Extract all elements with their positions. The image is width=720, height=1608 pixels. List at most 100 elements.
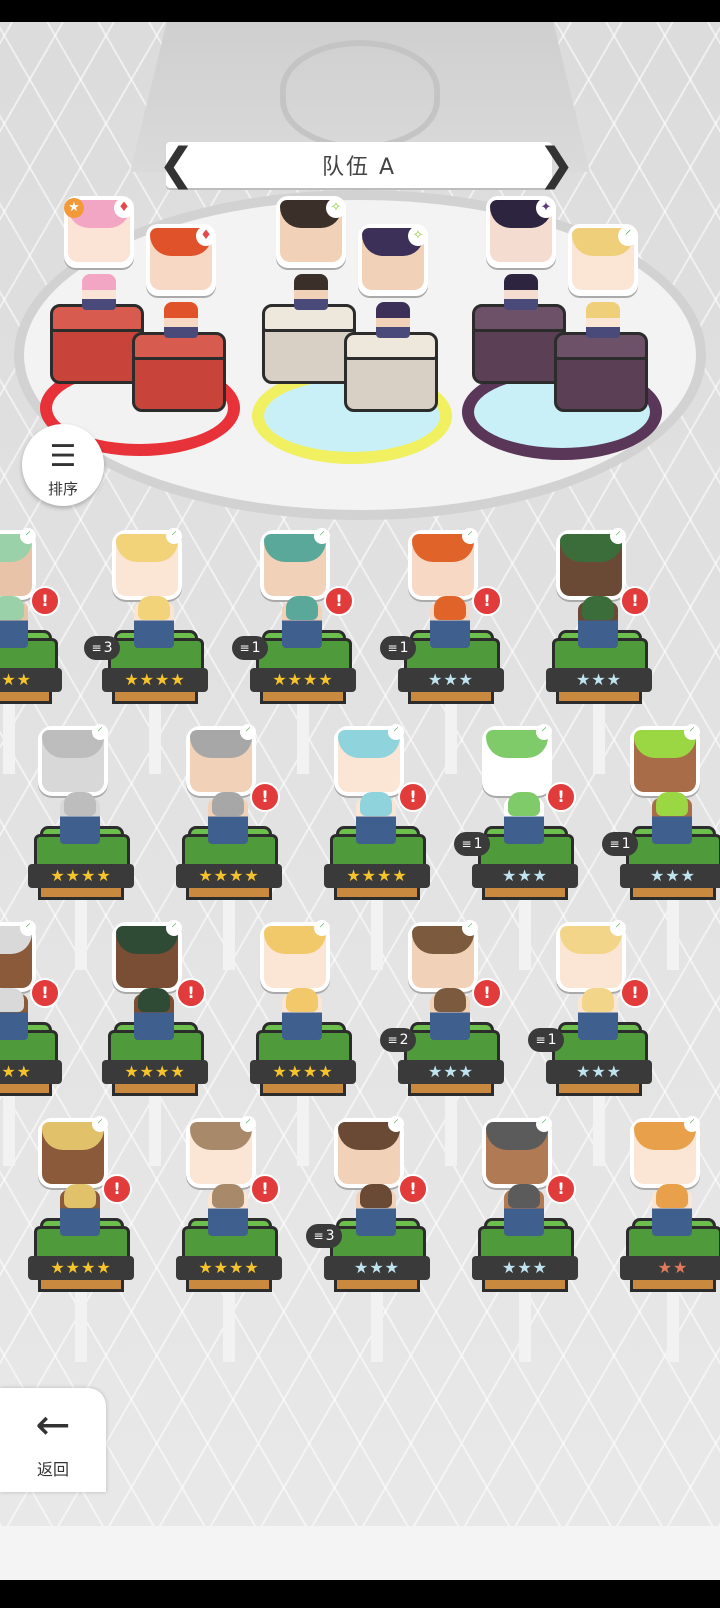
- hero-sprite[interactable]: [294, 274, 328, 310]
- hero-card[interactable]: ⸍! ★★★★: [322, 724, 442, 970]
- pedestal-pole: [3, 704, 15, 774]
- team-member-portrait[interactable]: ✧: [358, 224, 428, 296]
- star-rating: ★★★: [546, 668, 652, 692]
- skill-count: 1: [621, 836, 631, 852]
- hero-card[interactable]: ⸍ ★★★★ ≡ 3: [84, 528, 220, 774]
- hero-card[interactable]: ⸍ ★★: [618, 1116, 720, 1362]
- hero-card[interactable]: ⸍! ★★★ ≡ 1: [454, 724, 590, 970]
- star-rating: ★★★: [0, 1060, 62, 1084]
- hero-sprite[interactable]: [164, 302, 198, 338]
- skill-count: 1: [473, 836, 483, 852]
- alert-icon: !: [30, 586, 60, 616]
- hero-sprite-head: [0, 988, 24, 1012]
- pedestal-dirt: [482, 1278, 568, 1292]
- prev-team-icon[interactable]: ❮: [158, 140, 195, 190]
- nature-element-icon: ⸍: [536, 1116, 552, 1132]
- element-suit-icon: ♦: [196, 226, 216, 246]
- nature-element-icon: ⸍: [240, 724, 256, 740]
- pedestal-dirt: [334, 886, 420, 900]
- pedestal-pole: [445, 1096, 457, 1166]
- hero-sprite[interactable]: [82, 274, 116, 310]
- element-suit-icon: ✧: [326, 198, 346, 218]
- star-rating: ★★: [620, 1256, 720, 1280]
- nature-element-icon: ⸍: [314, 528, 330, 544]
- pedestal-pole: [371, 1292, 383, 1362]
- star-rating: ★★★★: [102, 1060, 208, 1084]
- alert-icon: !: [324, 586, 354, 616]
- back-label: 返回: [36, 1460, 69, 1479]
- team-member-portrait[interactable]: ♦ ★: [64, 196, 134, 268]
- hero-sprite[interactable]: [504, 274, 538, 310]
- star-rating: ★★★: [0, 668, 62, 692]
- back-button[interactable]: ← 返回: [0, 1388, 106, 1492]
- skill-count: 1: [251, 640, 261, 656]
- sort-button[interactable]: ☰ 排序: [22, 424, 104, 506]
- pedestal-dirt: [556, 690, 642, 704]
- team-title-banner: 队伍 A: [166, 142, 552, 188]
- pedestal-dirt: [408, 1082, 494, 1096]
- hero-sprite-head: [656, 1184, 688, 1208]
- alert-icon: !: [398, 782, 428, 812]
- hero-sprite-head: [286, 988, 318, 1012]
- hero-sprite[interactable]: [586, 302, 620, 338]
- alert-icon: !: [472, 586, 502, 616]
- leader-star-icon: ★: [64, 198, 84, 218]
- hero-card[interactable]: ⸍ ★★★★: [26, 724, 146, 970]
- hero-card[interactable]: ⸍ ★★★ ≡ 1: [602, 724, 720, 970]
- hero-card[interactable]: ⸍! ★★★★: [100, 920, 220, 1166]
- team-member-portrait[interactable]: ♦: [146, 224, 216, 296]
- star-rating: ★★★: [398, 668, 504, 692]
- nature-element-icon: ⸍: [684, 724, 700, 740]
- pedestal-pole: [149, 704, 161, 774]
- skill-count: 2: [399, 1032, 409, 1048]
- nature-element-icon: ⸍: [314, 920, 330, 936]
- nature-element-icon: ⸍: [610, 528, 626, 544]
- skill-stack-icon: ≡: [239, 641, 250, 655]
- star-rating: ★★★★: [250, 1060, 356, 1084]
- alert-icon: !: [546, 782, 576, 812]
- team-member-portrait[interactable]: ✦: [486, 196, 556, 268]
- skill-stack-icon: ≡: [609, 837, 620, 851]
- hero-card[interactable]: ⸍! ★★★★: [174, 724, 294, 970]
- star-rating: ★★★: [324, 1256, 430, 1280]
- hero-sprite-head: [64, 792, 96, 816]
- skill-count-badge: ≡ 1: [602, 832, 638, 856]
- hero-card[interactable]: ⸍! ★★★: [0, 920, 74, 1166]
- star-rating: ★★★: [620, 864, 720, 888]
- skill-count-badge: ≡ 2: [380, 1028, 416, 1052]
- nature-element-icon: ⸍: [462, 920, 478, 936]
- alert-icon: !: [250, 782, 280, 812]
- hero-card[interactable]: ⸍! ★★★★ ≡ 1: [232, 528, 368, 774]
- hero-sprite-head: [582, 596, 614, 620]
- hero-card[interactable]: ⸍! ★★★★: [26, 1116, 146, 1362]
- team-member-portrait[interactable]: ⸍: [568, 224, 638, 296]
- alert-icon: !: [398, 1174, 428, 1204]
- hero-sprite[interactable]: [376, 302, 410, 338]
- hero-sprite-head: [508, 792, 540, 816]
- status-bar: [0, 0, 720, 22]
- alert-icon: !: [546, 1174, 576, 1204]
- pedestal-pole: [297, 704, 309, 774]
- hero-card[interactable]: ⸍ ★★★★: [248, 920, 368, 1166]
- skill-stack-icon: ≡: [387, 1033, 398, 1047]
- pedestal-pole: [75, 900, 87, 970]
- hero-card[interactable]: ⸍! ★★★★: [174, 1116, 294, 1362]
- element-suit-icon: ✦: [536, 198, 556, 218]
- hero-card[interactable]: ⸍! ★★★ ≡ 1: [380, 528, 516, 774]
- alert-icon: !: [250, 1174, 280, 1204]
- hero-card[interactable]: ⸍! ★★★: [0, 528, 74, 774]
- pedestal-pole: [519, 900, 531, 970]
- pedestal-pole: [519, 1292, 531, 1362]
- nature-element-icon: ⸍: [536, 724, 552, 740]
- pedestal-pole: [223, 1292, 235, 1362]
- hero-card[interactable]: ⸍! ★★★: [544, 528, 664, 774]
- pedestal-dirt: [630, 1278, 716, 1292]
- hero-sprite-head: [138, 596, 170, 620]
- hero-card[interactable]: ⸍! ★★★ ≡ 1: [528, 920, 664, 1166]
- next-team-icon[interactable]: ❯: [538, 140, 575, 190]
- team-member-portrait[interactable]: ✧: [276, 196, 346, 268]
- hero-card[interactable]: ⸍! ★★★ ≡ 3: [306, 1116, 442, 1362]
- hero-card[interactable]: ⸍! ★★★ ≡ 2: [380, 920, 516, 1166]
- hero-card[interactable]: ⸍! ★★★: [470, 1116, 590, 1362]
- skill-count: 1: [399, 640, 409, 656]
